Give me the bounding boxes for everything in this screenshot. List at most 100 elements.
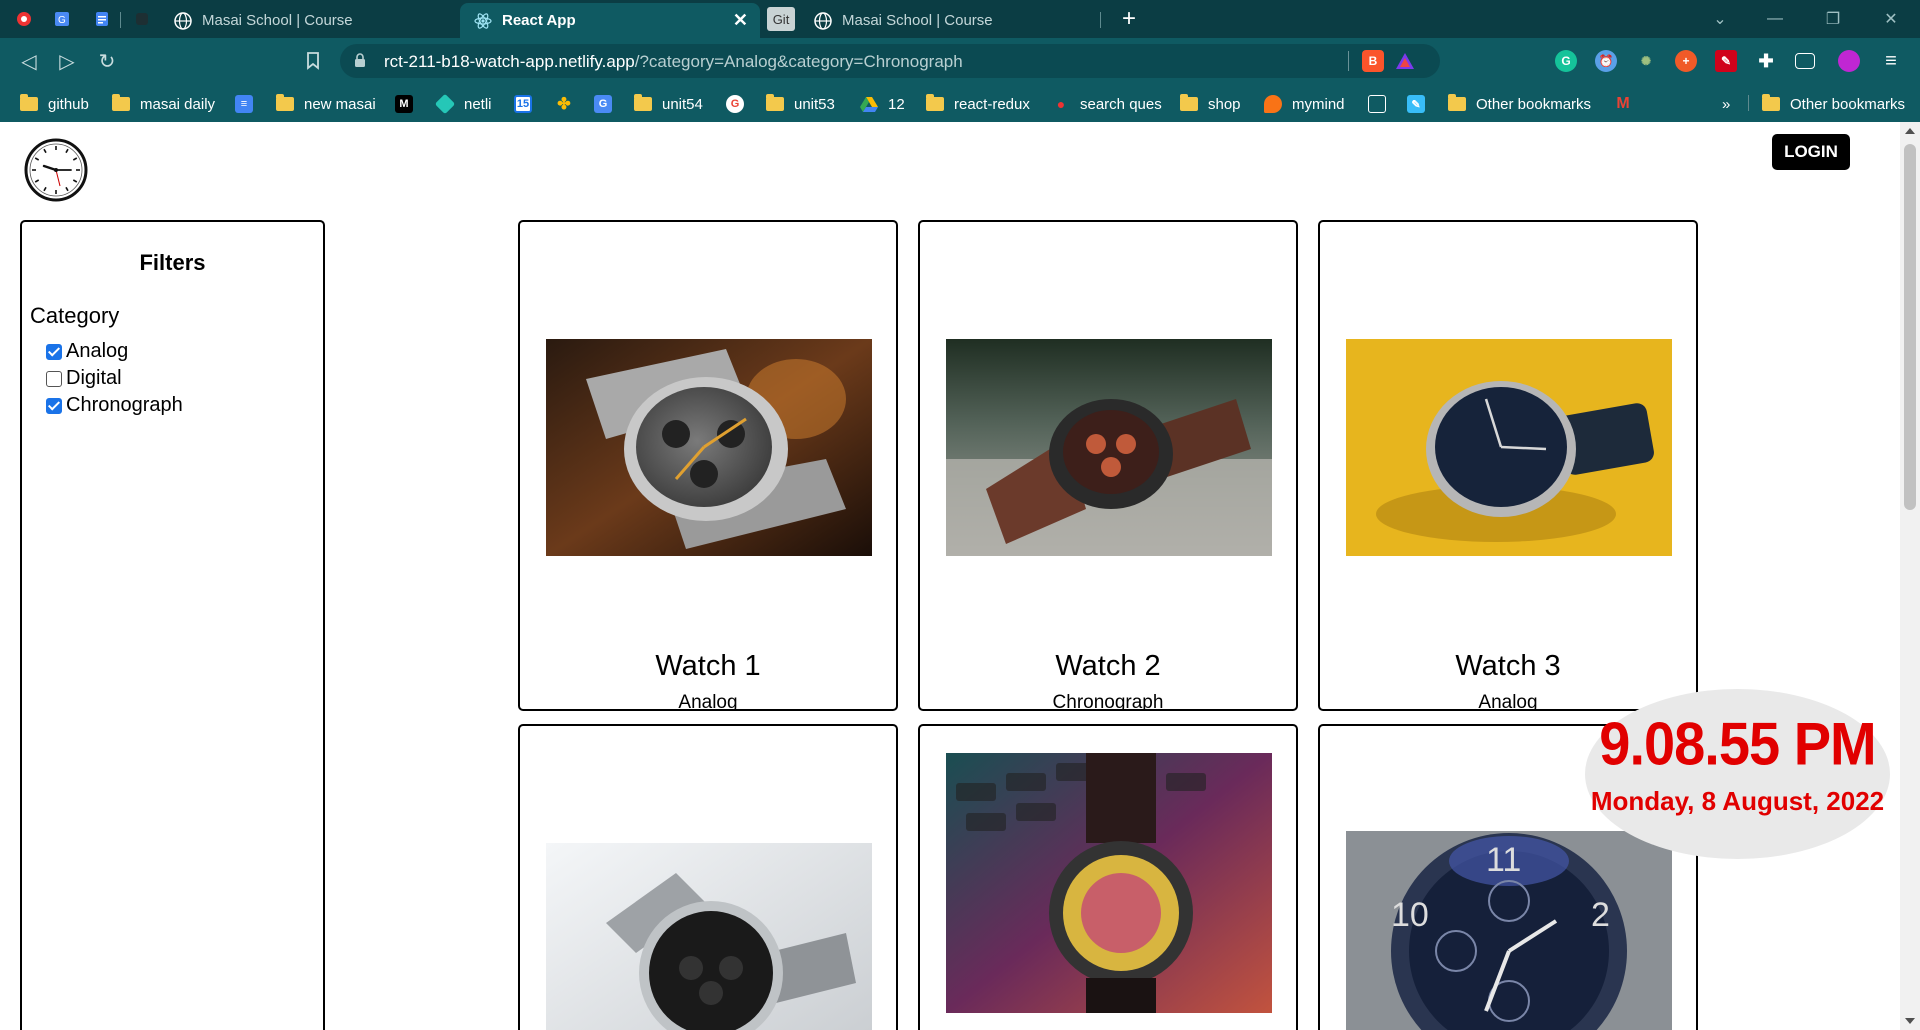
new-tab-button[interactable]: + xyxy=(1114,5,1144,32)
drive-icon xyxy=(860,95,878,113)
bookmark-unit54[interactable]: unit54 xyxy=(634,93,703,115)
bookmark-new-masai[interactable]: new masai xyxy=(276,93,376,115)
reload-icon[interactable]: ↻ xyxy=(94,48,120,74)
analog-checkbox[interactable] xyxy=(46,343,62,360)
bookmark-netli[interactable]: netli xyxy=(434,93,492,115)
wallet-icon[interactable] xyxy=(1795,53,1815,69)
watch-name: Watch 3 xyxy=(1455,650,1561,682)
folder-icon xyxy=(20,94,38,111)
bookmark-search-ques[interactable]: ● search ques xyxy=(1052,93,1162,115)
grammarly-icon[interactable]: G xyxy=(1555,50,1577,72)
bookmark-github[interactable]: github xyxy=(20,93,89,115)
category-heading: Category xyxy=(30,303,120,328)
watch-card[interactable]: Watch 2 Chronograph xyxy=(918,220,1298,711)
chronograph-checkbox[interactable] xyxy=(46,397,62,414)
alarm-extension-icon[interactable]: ⏰ xyxy=(1595,50,1617,72)
git-tab[interactable]: Git xyxy=(767,7,795,31)
bookmark-feather[interactable]: ✎ xyxy=(1407,93,1435,115)
folder-icon xyxy=(634,94,652,111)
watch-image xyxy=(1346,339,1672,556)
plus-extension-icon[interactable]: + xyxy=(1675,50,1697,72)
pinned-tab-dark[interactable] xyxy=(130,7,154,31)
bookmarks-overflow-button[interactable]: » xyxy=(1722,93,1730,115)
bookmark-docs[interactable]: ≡ xyxy=(235,93,263,115)
pinned-tab-chrome[interactable] xyxy=(12,7,36,31)
watch-image xyxy=(546,843,872,1030)
bookmark-shop[interactable]: shop xyxy=(1180,93,1241,115)
restore-icon[interactable]: ❐ xyxy=(1818,6,1848,32)
bookmark-gmail[interactable]: M xyxy=(1614,93,1642,115)
chrome-dino-icon xyxy=(17,12,31,26)
svg-text:11: 11 xyxy=(1486,841,1521,879)
pinned-tab-translate[interactable]: G xyxy=(50,7,74,31)
bookmark-label: unit54 xyxy=(662,95,703,113)
lock-icon xyxy=(355,53,365,67)
tab-title: React App xyxy=(502,12,576,29)
bookmark-icon xyxy=(1368,95,1386,113)
watch-card[interactable]: Watch 3 Analog xyxy=(1318,220,1698,711)
filter-option-chronograph[interactable]: Chronograph xyxy=(46,394,183,417)
react-icon xyxy=(474,12,492,30)
brave-rewards-icon[interactable] xyxy=(1394,50,1416,72)
close-window-icon[interactable]: ✕ xyxy=(1876,6,1906,32)
profile-avatar[interactable] xyxy=(1838,50,1860,72)
bookmark-mymind[interactable]: mymind xyxy=(1264,93,1345,115)
login-button[interactable]: LOGIN xyxy=(1772,134,1850,170)
clock-logo-icon[interactable] xyxy=(24,138,88,202)
bookmark-label: shop xyxy=(1208,95,1241,113)
bookmark-photos[interactable]: ✤ xyxy=(555,93,583,115)
watch-card[interactable]: Watch 1 Analog xyxy=(518,220,898,711)
bookmark-unit53[interactable]: unit53 xyxy=(766,93,835,115)
pen-extension-icon[interactable]: ✎ xyxy=(1715,50,1737,72)
watch-card[interactable] xyxy=(518,724,898,1030)
scroll-up-arrow-icon[interactable] xyxy=(1905,128,1915,134)
tab-title: Masai School | Course xyxy=(202,12,353,29)
app-icon xyxy=(136,13,148,25)
bookmark-label: mymind xyxy=(1292,95,1345,113)
clock-time: 9.08.55 PM xyxy=(1599,709,1876,778)
scroll-thumb[interactable] xyxy=(1904,144,1916,510)
tab-react-app[interactable]: React App ✕ xyxy=(460,3,760,38)
other-bookmarks[interactable]: Other bookmarks xyxy=(1762,93,1905,115)
tab-masai-course-2[interactable]: Masai School | Course xyxy=(800,3,1100,38)
address-bar[interactable]: rct-211-b18-watch-app.netlify.app/?categ… xyxy=(340,44,1440,78)
bookmark-drive-12[interactable]: 12 xyxy=(860,93,905,115)
bookmark-medium[interactable]: M xyxy=(395,93,423,115)
translate-icon: G xyxy=(594,95,612,113)
tab-masai-course-1[interactable]: Masai School | Course xyxy=(160,3,460,38)
tab-strip: G Masai School | Course React App ✕ Git … xyxy=(0,0,1920,38)
chrome-icon: ● xyxy=(1056,96,1066,112)
forward-icon[interactable]: ▷ xyxy=(54,48,80,74)
bookmark-google[interactable]: G xyxy=(726,93,754,115)
bookmark-label: unit53 xyxy=(794,95,835,113)
bookmark-page-icon[interactable] xyxy=(300,48,326,74)
filter-option-digital[interactable]: Digital xyxy=(46,367,122,390)
back-icon[interactable]: ◁ xyxy=(16,48,42,74)
watch-card[interactable] xyxy=(918,724,1298,1030)
minimize-icon[interactable]: — xyxy=(1760,6,1790,32)
bookmark-label: masai daily xyxy=(140,95,216,113)
close-tab-icon[interactable]: ✕ xyxy=(733,10,748,31)
filter-option-analog[interactable]: Analog xyxy=(46,340,128,363)
watch-name: Watch 2 xyxy=(1055,650,1161,682)
page-scrollbar[interactable] xyxy=(1900,122,1920,1030)
brave-shield-icon[interactable]: B xyxy=(1362,50,1384,72)
bookmark-other-folder[interactable]: Other bookmarks xyxy=(1448,93,1591,115)
bookmark-masai-daily[interactable]: masai daily xyxy=(112,93,215,115)
bookmark-label: new masai xyxy=(304,95,376,113)
extensions-puzzle-icon[interactable]: ✚ xyxy=(1755,50,1777,72)
bookmark-translate[interactable]: G xyxy=(594,93,622,115)
virus-extension-icon[interactable]: ✺ xyxy=(1635,50,1657,72)
url-path: /?category=Analog&category=Chronograph xyxy=(634,52,963,71)
digital-checkbox[interactable] xyxy=(46,370,62,387)
folder-icon xyxy=(1762,94,1780,111)
scroll-down-arrow-icon[interactable] xyxy=(1905,1018,1915,1024)
browser-menu-icon[interactable]: ≡ xyxy=(1880,50,1902,72)
folder-icon xyxy=(276,94,294,111)
bookmark-reader[interactable] xyxy=(1368,93,1396,115)
tab-search-chevron-icon[interactable]: ⌄ xyxy=(1705,6,1735,32)
google-icon: G xyxy=(726,95,744,113)
bookmark-calendar[interactable]: 15 xyxy=(514,93,542,115)
bookmark-react-redux[interactable]: react-redux xyxy=(926,93,1030,115)
pinned-tab-docs[interactable] xyxy=(90,7,114,31)
